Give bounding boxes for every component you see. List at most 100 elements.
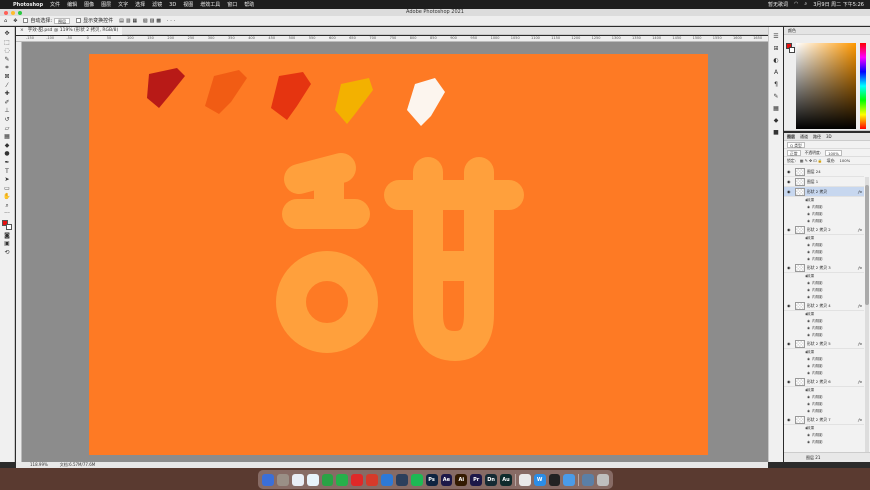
path-select-tool-icon[interactable]: ➤: [3, 177, 11, 183]
color-swatches[interactable]: [2, 220, 12, 231]
layer-thumbnail[interactable]: [795, 226, 805, 234]
layer-thumbnail[interactable]: [795, 168, 805, 176]
menu-select[interactable]: 选择: [135, 1, 145, 8]
effect-eye-icon[interactable]: ◉: [807, 287, 810, 294]
dock-app-icon[interactable]: [582, 473, 595, 486]
layer-effect-item[interactable]: ◉ 内阴影: [784, 211, 864, 218]
quick-select-tool-icon[interactable]: ✎: [3, 56, 11, 63]
dodge-tool-icon[interactable]: ●: [3, 151, 11, 157]
blur-tool-icon[interactable]: ◆: [3, 142, 11, 149]
gradient-tool-icon[interactable]: ▦: [3, 134, 11, 140]
layer-effect-item[interactable]: ◉ 内阴影: [784, 439, 864, 446]
glyphs-panel-icon[interactable]: ◆: [773, 117, 780, 124]
effect-eye-icon[interactable]: ◉: [807, 218, 810, 225]
tab-layers[interactable]: 图层: [787, 133, 795, 140]
color-panel-title[interactable]: 颜色: [784, 27, 870, 35]
layer-effects-label[interactable]: ◉ 效果: [784, 311, 864, 318]
layer-effects-label[interactable]: ◉ 效果: [784, 273, 864, 280]
layer-thumbnail[interactable]: [795, 378, 805, 386]
move-tool-icon[interactable]: ✥: [13, 18, 17, 24]
lock-icons[interactable]: ▦ ✎ ✥ ⊡ 🔒: [800, 157, 823, 164]
visibility-eye-icon[interactable]: ◉: [787, 339, 791, 349]
effects-eye-icon[interactable]: ◉: [805, 235, 808, 242]
dock-app-icon[interactable]: W: [533, 473, 546, 486]
layer-effect-item[interactable]: ◉ 内阴影: [784, 287, 864, 294]
marquee-tool-icon[interactable]: ⬚: [3, 39, 11, 46]
layer-row[interactable]: ◉ 形状 2 拷贝 2 ƒx: [784, 225, 864, 235]
fx-icon[interactable]: ƒx: [858, 187, 862, 197]
blend-mode-dropdown[interactable]: 正常: [787, 150, 801, 156]
dock-app-icon[interactable]: [563, 473, 576, 486]
effect-eye-icon[interactable]: ◉: [807, 401, 810, 408]
menu-image[interactable]: 图像: [84, 1, 94, 8]
effect-eye-icon[interactable]: ◉: [807, 280, 810, 287]
layer-effects-label[interactable]: ◉ 效果: [784, 387, 864, 394]
dock-app-icon[interactable]: [597, 473, 610, 486]
layer-effect-item[interactable]: ◉ 内阴影: [784, 249, 864, 256]
effect-eye-icon[interactable]: ◉: [807, 249, 810, 256]
layer-row[interactable]: ◉ 图层 24: [784, 167, 864, 177]
visibility-eye-icon[interactable]: ◉: [787, 187, 791, 197]
layer-effect-item[interactable]: ◉ 内阴影: [784, 325, 864, 332]
document-tab[interactable]: × 字效-甜.psd @ 119% (形状 2 拷贝, RGB/8): [16, 27, 123, 35]
crop-tool-icon[interactable]: ⌗: [3, 65, 11, 71]
dock-app-icon[interactable]: Au: [500, 473, 512, 486]
visibility-eye-icon[interactable]: ◉: [787, 225, 791, 235]
dock-app-icon[interactable]: [276, 473, 289, 486]
dock-app-icon[interactable]: [366, 473, 378, 486]
more-tools-icon[interactable]: ···: [3, 211, 11, 217]
layer-effect-item[interactable]: ◉ 内阴影: [784, 294, 864, 301]
visibility-eye-icon[interactable]: ◉: [787, 377, 791, 387]
effects-eye-icon[interactable]: ◉: [805, 311, 808, 318]
effects-eye-icon[interactable]: ◉: [805, 387, 808, 394]
layer-effect-item[interactable]: ◉ 内阴影: [784, 401, 864, 408]
layer-effect-item[interactable]: ◉ 内阴影: [784, 408, 864, 415]
layer-effect-item[interactable]: ◉ 内阴影: [784, 363, 864, 370]
visibility-eye-icon[interactable]: ◉: [787, 301, 791, 311]
swatches-panel-icon[interactable]: ▦: [773, 105, 780, 112]
layer-effect-item[interactable]: ◉ 内阴影: [784, 394, 864, 401]
align-icons[interactable]: ▤▥▦ ▧▨▩ ···: [119, 18, 177, 24]
menu-type[interactable]: 文字: [118, 1, 128, 8]
home-icon[interactable]: ⌂: [4, 18, 7, 24]
layer-thumbnail[interactable]: [795, 302, 805, 310]
dock-app-icon[interactable]: [306, 473, 319, 486]
layer-row[interactable]: ◉ 形状 2 拷贝 5 ƒx: [784, 339, 864, 349]
transform-controls-checkbox[interactable]: [76, 18, 82, 23]
dock-app-icon[interactable]: [395, 473, 408, 486]
tab-paths[interactable]: 路径: [813, 133, 821, 140]
pen-tool-icon[interactable]: ✒: [3, 159, 11, 166]
layers-scroll-thumb[interactable]: [865, 185, 869, 305]
dock-app-icon[interactable]: Ps: [425, 473, 438, 486]
dock-app-icon[interactable]: [381, 473, 393, 486]
effects-eye-icon[interactable]: ◉: [805, 273, 808, 280]
fx-icon[interactable]: ƒx: [858, 415, 862, 425]
layer-effect-item[interactable]: ◉ 内阴影: [784, 370, 864, 377]
effect-eye-icon[interactable]: ◉: [807, 356, 810, 363]
dock-app-icon[interactable]: [262, 473, 274, 486]
color-panel-background[interactable]: [789, 47, 795, 53]
close-window-button[interactable]: [4, 10, 8, 15]
dock-app-icon[interactable]: Pr: [470, 473, 483, 486]
tab-channels[interactable]: 通道: [800, 133, 808, 140]
effects-eye-icon[interactable]: ◉: [805, 197, 808, 204]
menu-app-name[interactable]: Photoshop: [13, 2, 43, 8]
layer-effects-label[interactable]: ◉ 效果: [784, 235, 864, 242]
fx-icon[interactable]: ƒx: [858, 301, 862, 311]
fx-icon[interactable]: ƒx: [858, 339, 862, 349]
layer-row[interactable]: ◉ 形状 2 拷贝 3 ƒx: [784, 263, 864, 273]
visibility-eye-icon[interactable]: ◉: [787, 415, 791, 425]
adjustments-panel-icon[interactable]: ◐: [773, 57, 780, 64]
auto-select-dropdown[interactable]: 图层: [54, 17, 71, 24]
auto-select-checkbox[interactable]: [23, 18, 29, 23]
effect-eye-icon[interactable]: ◉: [807, 408, 810, 415]
effect-eye-icon[interactable]: ◉: [807, 256, 810, 263]
minimize-window-button[interactable]: [11, 10, 15, 15]
eyedropper-tool-icon[interactable]: ⁄: [3, 82, 11, 89]
color-panel-chips[interactable]: [786, 43, 795, 53]
effect-eye-icon[interactable]: ◉: [807, 294, 810, 301]
character-panel-icon[interactable]: A: [773, 69, 780, 76]
fill-input[interactable]: 100%: [839, 157, 850, 164]
layer-effects-label[interactable]: ◉ 效果: [784, 349, 864, 356]
visibility-eye-icon[interactable]: ◉: [787, 263, 791, 273]
